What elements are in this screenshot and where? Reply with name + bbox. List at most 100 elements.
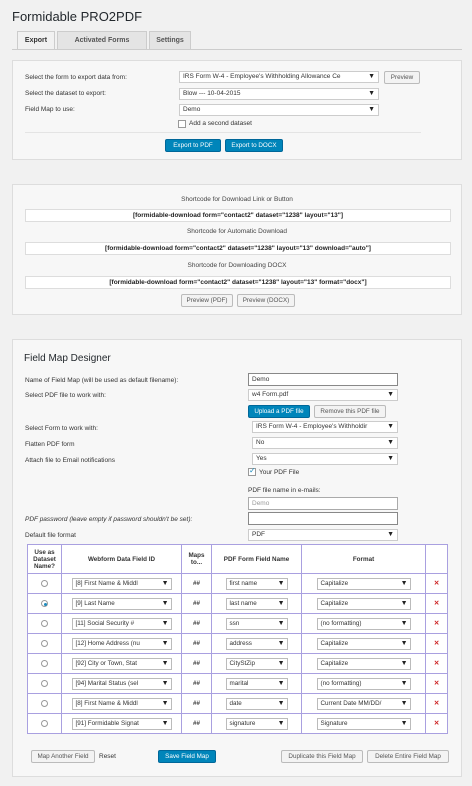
export-fieldmap-select[interactable]: Demo ▼ [179, 104, 379, 116]
pdf-field-select[interactable]: date ▼ [225, 697, 288, 710]
format-value: Current Date MM/DD/ [320, 699, 382, 707]
export-docx-button[interactable]: Export to DOCX [225, 139, 283, 152]
delete-x-icon[interactable]: ✕ [425, 693, 448, 714]
shortcode-docx-code[interactable]: [formidable-download form="contact2" dat… [25, 276, 451, 289]
format-select[interactable]: Capitalize ▼ [316, 597, 411, 610]
chevron-down-icon: ▼ [400, 619, 408, 627]
webform-field-select[interactable]: [8] First Name & Middl ▼ [71, 577, 172, 590]
fieldmap-name-input[interactable]: Demo [248, 373, 398, 386]
chevron-down-icon: ▼ [277, 579, 285, 587]
pdf-field-cell: ssn ▼ [211, 613, 302, 634]
table-row: [8] First Name & Middl ▼ ## first name ▼ Capi… [27, 573, 448, 594]
work-form-select[interactable]: IRS Form W-4 - Employee's Withholdir ▼ [252, 421, 398, 433]
format-select[interactable]: Current Date MM/DD/ ▼ [316, 697, 411, 710]
reset-link[interactable]: Reset [99, 753, 116, 760]
webform-cell: [92] City or Town, Stat ▼ [61, 653, 182, 674]
duplicate-field-map-button[interactable]: Duplicate this Field Map [281, 750, 363, 763]
your-pdf-checkbox[interactable] [248, 466, 256, 476]
export-form-select[interactable]: IRS Form W-4 - Employee's Withholding Al… [179, 71, 379, 83]
format-select[interactable]: (no formatting) ▼ [316, 617, 411, 630]
delete-field-map-button[interactable]: Delete Entire Field Map [367, 750, 449, 763]
maps-to-cell: ## [181, 633, 212, 654]
export-pdf-button[interactable]: Export to PDF [165, 139, 221, 152]
pdf-file-label: Select PDF file to work with: [25, 392, 106, 399]
chevron-down-icon: ▼ [277, 659, 285, 667]
delete-x-icon[interactable]: ✕ [425, 653, 448, 674]
dataset-radio[interactable] [41, 720, 48, 727]
dataset-radio[interactable] [41, 600, 48, 607]
dataset-radio[interactable] [41, 640, 48, 647]
chevron-down-icon: ▼ [387, 455, 394, 462]
delete-x-icon[interactable]: ✕ [425, 673, 448, 694]
webform-field-select[interactable]: [12] Home Address (nu ▼ [71, 637, 172, 650]
export-fieldmap-value: Demo [183, 106, 201, 113]
format-value: (no formatting) [320, 679, 362, 687]
preview-docx-button[interactable]: Preview (DOCX) [237, 294, 295, 307]
pdf-field-select[interactable]: first name ▼ [225, 577, 288, 590]
pdf-field-select[interactable]: last name ▼ [225, 597, 288, 610]
delete-x-icon[interactable]: ✕ [425, 613, 448, 634]
shortcode-auto-code[interactable]: [formidable-download form="contact2" dat… [25, 242, 451, 255]
format-select[interactable]: Capitalize ▼ [316, 637, 411, 650]
default-format-select[interactable]: PDF ▼ [248, 529, 398, 541]
second-dataset-checkbox[interactable] [178, 120, 186, 128]
tab-settings[interactable]: Settings [149, 31, 191, 50]
webform-field-value: [12] Home Address (nu [75, 639, 140, 647]
pdf-file-select[interactable]: w4 Form.pdf ▼ [248, 389, 398, 401]
pdf-field-value: signature [229, 719, 256, 727]
work-form-label: Select Form to work with: [25, 425, 98, 432]
delete-x-icon[interactable]: ✕ [425, 573, 448, 594]
save-field-map-button[interactable]: Save Field Map [158, 750, 216, 763]
format-select[interactable]: Capitalize ▼ [316, 657, 411, 670]
pdf-field-select[interactable]: address ▼ [225, 637, 288, 650]
dataset-radio[interactable] [41, 580, 48, 587]
format-select[interactable]: Capitalize ▼ [316, 577, 411, 590]
tab-export[interactable]: Export [17, 31, 55, 50]
maps-to-cell: ## [181, 653, 212, 674]
pdf-field-select[interactable]: CityStZip ▼ [225, 657, 288, 670]
preview-button[interactable]: Preview [384, 71, 420, 84]
dataset-radio-cell [27, 713, 62, 734]
flatten-select[interactable]: No ▼ [252, 437, 398, 449]
remove-pdf-button[interactable]: Remove this PDF file [314, 405, 386, 418]
password-input[interactable] [248, 512, 398, 525]
pdf-field-cell: address ▼ [211, 633, 302, 654]
webform-field-select[interactable]: [94] Marital Status (sel ▼ [71, 677, 172, 690]
dataset-radio[interactable] [41, 620, 48, 627]
shortcode-link-code[interactable]: [formidable-download form="contact2" dat… [25, 209, 451, 222]
export-panel: Select the form to export data from: IRS… [12, 60, 462, 160]
email-name-input[interactable]: Demo [248, 497, 398, 510]
format-select[interactable]: Signature ▼ [316, 717, 411, 730]
second-dataset-label: Add a second dataset [189, 120, 252, 127]
webform-field-select[interactable]: [8] First Name & Middl ▼ [71, 697, 172, 710]
upload-pdf-button[interactable]: Upload a PDF file [248, 405, 310, 418]
webform-field-value: [92] City or Town, Stat [75, 659, 137, 667]
tab-divider [12, 49, 462, 50]
format-select[interactable]: (no formatting) ▼ [316, 677, 411, 690]
webform-field-select[interactable]: [91] Formidable Signat ▼ [71, 717, 172, 730]
webform-field-select[interactable]: [92] City or Town, Stat ▼ [71, 657, 172, 670]
delete-x-icon[interactable]: ✕ [425, 713, 448, 734]
export-dataset-select[interactable]: Blow --- 10-04-2015 ▼ [179, 88, 379, 100]
chevron-down-icon: ▼ [400, 639, 408, 647]
dataset-radio[interactable] [41, 700, 48, 707]
delete-x-icon[interactable]: ✕ [425, 593, 448, 614]
pdf-file-value: w4 Form.pdf [252, 391, 289, 398]
dataset-radio[interactable] [41, 660, 48, 667]
webform-field-select[interactable]: [9] Last Name ▼ [71, 597, 172, 610]
webform-field-select[interactable]: [11] Social Security # ▼ [71, 617, 172, 630]
pdf-field-select[interactable]: ssn ▼ [225, 617, 288, 630]
chevron-down-icon: ▼ [400, 699, 408, 707]
delete-x-icon[interactable]: ✕ [425, 633, 448, 654]
map-another-button[interactable]: Map Another Field [31, 750, 95, 763]
field-map-table: Use as Dataset Name? Webform Data Field … [27, 544, 448, 734]
attach-select[interactable]: Yes ▼ [252, 453, 398, 465]
pdf-field-select[interactable]: signature ▼ [225, 717, 288, 730]
chevron-down-icon: ▼ [277, 639, 285, 647]
pdf-field-select[interactable]: marital ▼ [225, 677, 288, 690]
password-label: PDF password (leave empty if password sh… [25, 516, 193, 523]
preview-pdf-button[interactable]: Preview (PDF) [181, 294, 233, 307]
table-row: [12] Home Address (nu ▼ ## address ▼ Capitali… [27, 633, 448, 654]
dataset-radio[interactable] [41, 680, 48, 687]
tab-activated-forms[interactable]: Activated Forms [57, 31, 147, 50]
